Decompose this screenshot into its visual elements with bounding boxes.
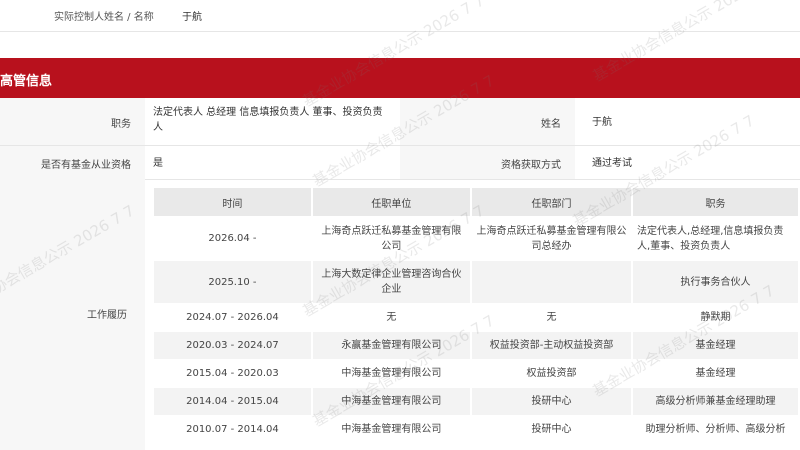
table-row: 2014.04 - 2015.04 中海基金管理有限公司 投研中心 高级分析师兼… [154, 387, 800, 416]
row-company: 无 [311, 303, 472, 332]
col-header-position: 职务 [632, 188, 800, 217]
row-position: 助理分析师、分析师、高级分析 [632, 415, 800, 444]
row-company: 中海基金管理有限公司 [311, 387, 472, 416]
row-time: 2026.04 - [154, 216, 313, 261]
row-time: 2015.04 - 2020.03 [154, 359, 313, 388]
section-title: 高管信息 [0, 74, 53, 89]
row-department: 权益投资部-主动权益投资部 [470, 331, 634, 360]
row-position: 静默期 [632, 303, 800, 332]
row-company: 上海大数定律企业管理咨询合伙企业 [311, 260, 472, 304]
row-time: 2014.04 - 2015.04 [154, 387, 313, 416]
position-value: 法定代表人 总经理 信息填报负责人 董事、投资负责人 [153, 107, 383, 133]
col-header-time: 时间 [154, 188, 313, 217]
row-company: 永赢基金管理有限公司 [311, 331, 472, 360]
row-department: 权益投资部 [470, 359, 634, 388]
table-row: 2024.07 - 2026.04 无 无 静默期 [154, 303, 800, 332]
section-header: 高管信息 [0, 58, 800, 98]
col-header-company: 任职单位 [311, 188, 472, 217]
row-company: 中海基金管理有限公司 [311, 359, 472, 388]
row-position: 法定代表人,总经理,信息填报负责人,董事、投资负责人 [632, 216, 800, 261]
position-row: 职务 法定代表人 总经理 信息填报负责人 董事、投资负责人 姓名 于航 [0, 98, 800, 146]
table-row: 2010.07 - 2014.04 中海基金管理有限公司 投研中心 助理分析师、… [154, 415, 800, 444]
row-position: 高级分析师兼基金经理助理 [632, 387, 800, 416]
controller-value: 于航 [182, 12, 202, 23]
qualification-row: 是否有基金从业资格 是 资格获取方式 通过考试 [0, 146, 800, 180]
row-time: 2025.10 - [154, 260, 313, 304]
row-company: 中海基金管理有限公司 [311, 415, 472, 444]
table-row: 2020.03 - 2024.07 永赢基金管理有限公司 权益投资部-主动权益投… [154, 331, 800, 360]
method-label: 资格获取方式 [400, 146, 575, 179]
row-department: 投研中心 [470, 415, 634, 444]
row-department [470, 260, 634, 304]
work-history-label: 工作履历 [87, 310, 127, 321]
row-time: 2010.07 - 2014.04 [154, 415, 313, 444]
row-department: 上海奇点跃迁私募基金管理有限公司总经办 [470, 216, 634, 261]
row-company: 上海奇点跃迁私募基金管理有限公司 [311, 216, 472, 261]
row-position: 基金经理 [632, 359, 800, 388]
qualified-value: 是 [153, 158, 163, 169]
name-value: 于航 [592, 117, 612, 128]
table-row: 2015.04 - 2020.03 中海基金管理有限公司 权益投资部 基金经理 [154, 359, 800, 388]
col-header-department: 任职部门 [470, 188, 634, 217]
method-value: 通过考试 [592, 158, 632, 169]
work-history-header-row: 时间 任职单位 任职部门 职务 [154, 188, 800, 217]
row-department: 投研中心 [470, 387, 634, 416]
name-label: 姓名 [400, 98, 575, 145]
controller-label: 实际控制人姓名 / 名称 [54, 12, 154, 23]
row-position: 执行事务合伙人 [632, 260, 800, 304]
work-history-table: 时间 任职单位 任职部门 职务 2026.04 - 上海奇点跃迁私募基金管理有限… [154, 188, 800, 444]
table-row: 2026.04 - 上海奇点跃迁私募基金管理有限公司 上海奇点跃迁私募基金管理有… [154, 216, 800, 261]
row-department: 无 [470, 303, 634, 332]
controller-row: 实际控制人姓名 / 名称 于航 [0, 0, 800, 32]
row-position: 基金经理 [632, 331, 800, 360]
row-time: 2020.03 - 2024.07 [154, 331, 313, 360]
row-time: 2024.07 - 2026.04 [154, 303, 313, 332]
table-row: 2025.10 - 上海大数定律企业管理咨询合伙企业 执行事务合伙人 [154, 260, 800, 304]
work-history-label-cell: 工作履历 [0, 179, 145, 450]
qualified-label: 是否有基金从业资格 [0, 146, 145, 179]
position-label: 职务 [0, 98, 145, 145]
